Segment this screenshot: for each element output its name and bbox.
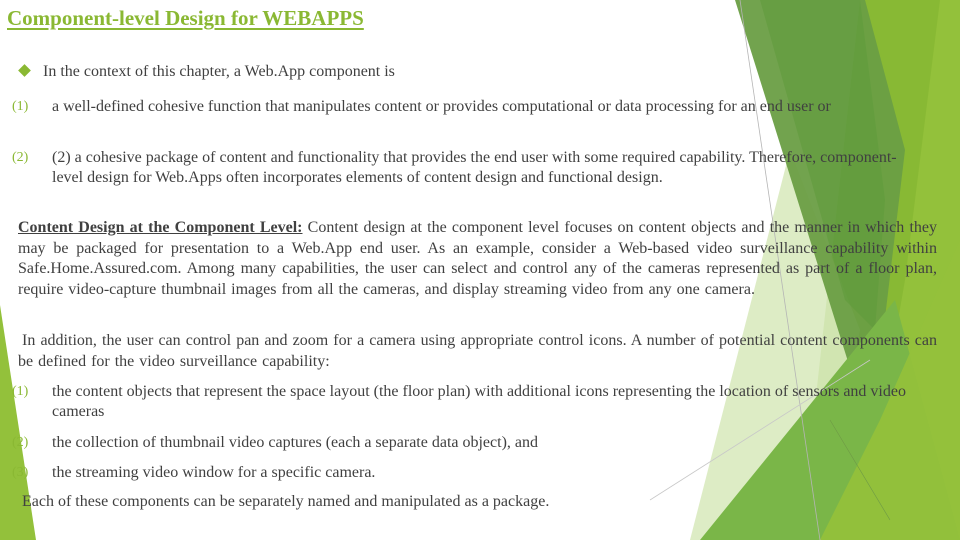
diamond-bullet-icon <box>18 64 31 77</box>
item-text: (2) a cohesive package of content and fu… <box>52 149 897 186</box>
item-text: the content objects that represent the s… <box>52 383 906 420</box>
intro-bullet-text: In the context of this chapter, a Web.Ap… <box>43 63 395 80</box>
intro-bullet: In the context of this chapter, a Web.Ap… <box>18 63 395 81</box>
slide-title: Component-level Design for WEBAPPS <box>7 6 364 30</box>
item-number: (3) <box>12 465 29 480</box>
addition-paragraph: In addition, the user can control pan an… <box>18 332 937 370</box>
content-design-paragraph: Content Design at the Component Level: C… <box>18 218 937 300</box>
closing-text: Each of these components can be separate… <box>22 493 550 510</box>
item-text: the collection of thumbnail video captur… <box>52 434 539 451</box>
item-number: (1) <box>12 384 29 399</box>
slide: Component-level Design for WEBAPPS In th… <box>0 0 960 540</box>
item-number: (2) <box>12 435 29 450</box>
item-text: the streaming video window for a specifi… <box>52 464 376 481</box>
item-text: a well-defined cohesive function that ma… <box>52 98 831 115</box>
item-number: (1) <box>12 99 29 114</box>
content-design-heading: Content Design at the Component Level: <box>18 219 303 236</box>
item-number: (2) <box>12 150 29 165</box>
